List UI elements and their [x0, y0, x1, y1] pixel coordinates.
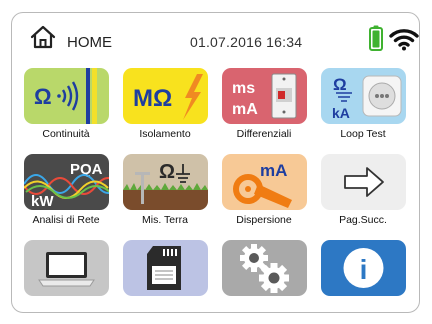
tile-label-dispersione: Dispersione — [236, 214, 292, 226]
laptop-icon — [38, 252, 95, 287]
leakage-clamp-icon: mA — [233, 161, 292, 208]
battery-icon — [369, 25, 383, 51]
svg-text:kW: kW — [31, 193, 54, 210]
network-analysis-icon: PQA kW — [24, 161, 109, 210]
svg-text:mA: mA — [260, 161, 287, 180]
arrow-right-icon — [344, 167, 384, 197]
pc-tile[interactable] — [24, 240, 109, 296]
earth-icon: Ω — [123, 161, 208, 210]
rcd-tile[interactable]: ms mA — [222, 68, 307, 124]
loop-test-tile[interactable]: Ω kA — [321, 68, 406, 124]
wifi-icon — [389, 29, 419, 51]
tile-label-continuita: Continuità — [42, 128, 90, 140]
svg-text:i: i — [360, 254, 368, 285]
next-page-tile[interactable] — [321, 154, 406, 210]
sd-card-icon — [147, 246, 181, 290]
continuity-tile[interactable]: Ω — [24, 68, 109, 124]
info-icon: i — [343, 248, 384, 288]
tile-label-pag-succ: Pag.Succ. — [339, 214, 387, 226]
continuity-icon: Ω — [34, 68, 97, 124]
earth-tile[interactable]: Ω — [123, 154, 208, 210]
svg-text:Ω: Ω — [333, 75, 347, 94]
date-time: 01.07.2016 16:34 — [190, 34, 303, 50]
svg-text:MΩ: MΩ — [133, 85, 172, 112]
tile-label-differenziali: Differenziali — [236, 128, 292, 140]
svg-text:kA: kA — [332, 105, 350, 121]
leakage-tile[interactable]: mA — [222, 154, 307, 210]
svg-text:Ω: Ω — [159, 161, 175, 183]
settings-tile[interactable] — [222, 240, 307, 296]
insulation-tile[interactable]: MΩ — [123, 68, 208, 124]
home-icon[interactable] — [30, 25, 56, 49]
tile-label-isolamento: Isolamento — [139, 128, 191, 140]
insulation-icon: MΩ — [133, 74, 203, 120]
network-analysis-tile[interactable]: PQA kW — [24, 154, 109, 210]
main-screen: HOME 01.07.2016 16:34 Ω Continuità MΩ Is… — [11, 12, 420, 313]
svg-text:ms: ms — [232, 80, 255, 97]
svg-text:mA: mA — [232, 101, 258, 118]
memory-tile[interactable] — [123, 240, 208, 296]
svg-text:Ω: Ω — [34, 84, 52, 109]
info-tile[interactable]: i — [321, 240, 406, 296]
rcd-icon: ms mA — [232, 73, 297, 119]
home-label[interactable]: HOME — [67, 34, 112, 51]
tile-label-mis-terra: Mis. Terra — [142, 214, 188, 226]
loop-test-icon: Ω kA — [332, 75, 402, 121]
header-bar: HOME 01.07.2016 16:34 — [12, 13, 419, 63]
tile-label-analisi-di-rete: Analisi di Rete — [32, 214, 100, 226]
tile-label-loop-test: Loop Test — [340, 128, 386, 140]
gears-icon — [240, 244, 289, 293]
